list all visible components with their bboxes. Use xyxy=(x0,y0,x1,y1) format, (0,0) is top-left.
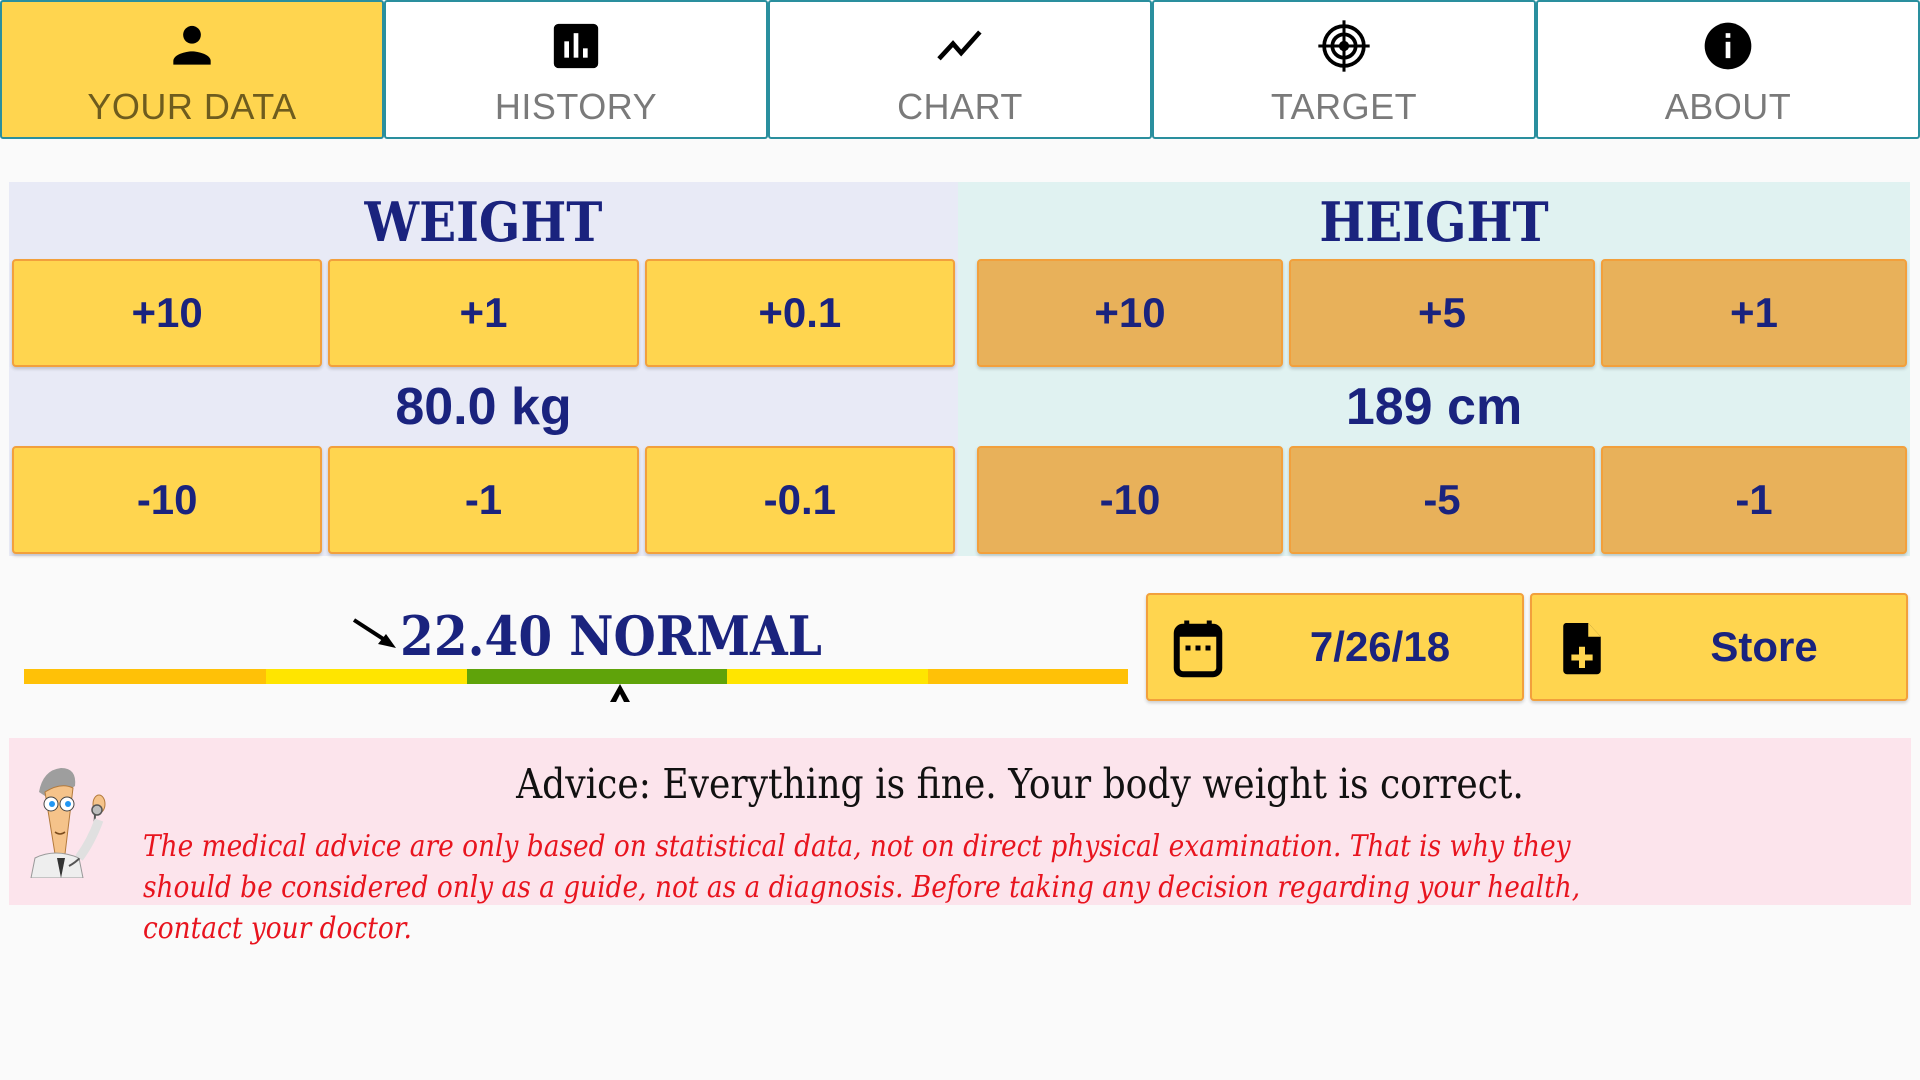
height-title: HEIGHT xyxy=(1319,190,1549,254)
doctor-illustration-icon xyxy=(25,762,117,879)
date-button[interactable]: 7/26/18 xyxy=(1146,593,1524,701)
advice-text: Advice: Everything is fine. Your body we… xyxy=(516,760,1524,808)
weight-plus-0-1-button[interactable]: +0.1 xyxy=(644,259,955,367)
weight-minus-0-1-button[interactable]: -0.1 xyxy=(644,446,955,554)
bmi-scale-bar xyxy=(24,669,1128,684)
bmi-scale-segment xyxy=(466,669,728,684)
trend-line-icon xyxy=(932,18,988,74)
weight-increase-row: +10 +1 +0.1 xyxy=(9,259,958,367)
weight-minus-10-button[interactable]: -10 xyxy=(12,446,323,554)
person-icon xyxy=(164,18,220,74)
info-icon xyxy=(1700,18,1756,74)
weight-value: 80.0 kg xyxy=(395,378,572,436)
bmi-indicator: 22.40 NORMAL xyxy=(0,590,1140,710)
bmi-scale-segment xyxy=(727,669,929,684)
weight-decrease-row: -10 -1 -0.1 xyxy=(9,446,958,554)
tab-chart[interactable]: CHART xyxy=(768,0,1152,139)
tab-label: TARGET xyxy=(1270,86,1418,127)
tab-label: CHART xyxy=(897,86,1023,127)
tab-label: ABOUT xyxy=(1664,86,1792,127)
height-increase-row: +10 +5 +1 xyxy=(958,259,1910,367)
weight-plus-10-button[interactable]: +10 xyxy=(12,259,323,367)
medical-disclaimer: The medical advice are only based on sta… xyxy=(143,829,1581,946)
weight-plus-1-button[interactable]: +1 xyxy=(328,259,639,367)
tab-history[interactable]: HISTORY xyxy=(384,0,768,139)
arrow-pointer-icon xyxy=(350,616,400,652)
tab-label: HISTORY xyxy=(494,86,658,127)
tab-target[interactable]: TARGET xyxy=(1152,0,1536,139)
height-plus-1-button[interactable]: +1 xyxy=(1601,259,1907,367)
bmi-scale-segment xyxy=(265,669,467,684)
height-panel: HEIGHT +10 +5 +1 189 cm -10 -5 -1 xyxy=(958,182,1910,556)
weight-minus-1-button[interactable]: -1 xyxy=(328,446,639,554)
tab-bar: YOUR DATA HISTORY CHART TARGET ABOUT xyxy=(0,0,1920,139)
bmi-result: 22.40 NORMAL xyxy=(400,604,822,668)
height-plus-5-button[interactable]: +5 xyxy=(1289,259,1595,367)
height-decrease-row: -10 -5 -1 xyxy=(958,446,1910,554)
bar-chart-icon xyxy=(548,18,604,74)
bmi-marker-icon xyxy=(608,684,632,702)
height-minus-1-button[interactable]: -1 xyxy=(1601,446,1907,554)
store-label: Store xyxy=(1710,623,1818,670)
height-value: 189 cm xyxy=(1345,378,1523,436)
bmi-scale-segment xyxy=(24,669,266,684)
add-file-icon xyxy=(1552,617,1612,679)
tab-label: YOUR DATA xyxy=(87,86,297,127)
height-minus-10-button[interactable]: -10 xyxy=(977,446,1283,554)
target-icon xyxy=(1316,18,1372,74)
bmi-scale-segment xyxy=(928,669,1128,684)
date-label: 7/26/18 xyxy=(1309,623,1451,670)
store-button[interactable]: Store xyxy=(1530,593,1908,701)
tab-your-data[interactable]: YOUR DATA xyxy=(0,0,384,139)
calendar-icon xyxy=(1168,617,1228,679)
height-plus-10-button[interactable]: +10 xyxy=(977,259,1283,367)
tab-about[interactable]: ABOUT xyxy=(1536,0,1920,139)
height-minus-5-button[interactable]: -5 xyxy=(1289,446,1595,554)
advice-panel: Advice: Everything is fine. Your body we… xyxy=(9,738,1911,946)
weight-title: WEIGHT xyxy=(364,190,603,254)
weight-panel: WEIGHT +10 +1 +0.1 80.0 kg -10 -1 -0.1 xyxy=(9,182,958,556)
